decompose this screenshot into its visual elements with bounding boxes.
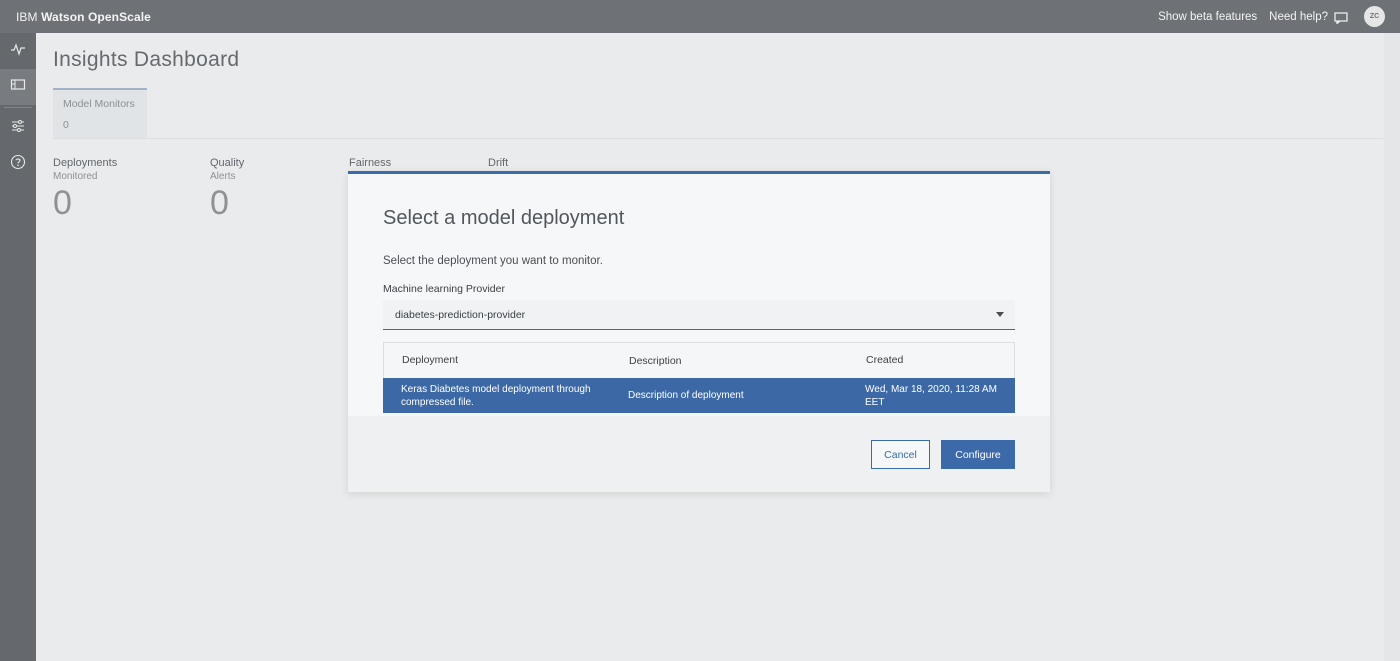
user-avatar[interactable]: ZC bbox=[1364, 6, 1385, 27]
stat-value: 0 bbox=[53, 184, 72, 222]
sidebar-item-settings[interactable] bbox=[0, 110, 36, 146]
chat-icon[interactable] bbox=[1334, 11, 1348, 25]
stat-subtitle: Monitored bbox=[53, 171, 98, 182]
help-icon bbox=[10, 154, 26, 175]
sidebar-item-activity[interactable] bbox=[0, 33, 36, 69]
provider-dropdown[interactable]: diabetes-prediction-provider bbox=[383, 300, 1015, 330]
tab-divider bbox=[53, 138, 1383, 139]
modal-title: Select a model deployment bbox=[383, 207, 625, 229]
cell-deployment: Keras Diabetes model deployment through … bbox=[401, 383, 591, 408]
brand-name: Watson OpenScale bbox=[41, 9, 151, 24]
stat-title: Deployments bbox=[53, 157, 118, 169]
activity-icon bbox=[10, 42, 26, 61]
table-row[interactable]: Keras Diabetes model deployment through … bbox=[383, 378, 1015, 413]
sidebar-item-dashboard[interactable] bbox=[0, 69, 36, 105]
select-deployment-modal: Select a model deployment Select the dep… bbox=[348, 171, 1050, 492]
need-help-link[interactable]: Need help? bbox=[1269, 11, 1328, 23]
column-header-created[interactable]: Created bbox=[848, 354, 1014, 367]
deployment-table: Deployment Description Created Keras Dia… bbox=[383, 342, 1015, 413]
show-beta-features-link[interactable]: Show beta features bbox=[1158, 11, 1257, 23]
sidebar-item-help[interactable] bbox=[0, 146, 36, 182]
sidebar-divider bbox=[4, 107, 32, 108]
stat-quality: Quality Alerts 0 bbox=[210, 157, 244, 223]
stat-deployments: Deployments Monitored 0 bbox=[53, 157, 117, 223]
tab-model-monitors[interactable]: Model Monitors 0 bbox=[53, 88, 147, 138]
provider-label: Machine learning Provider bbox=[383, 283, 505, 295]
top-header: IBM Watson OpenScale Show beta features … bbox=[0, 0, 1400, 33]
chevron-down-icon bbox=[996, 312, 1004, 317]
stat-subtitle: Alerts bbox=[210, 171, 236, 182]
cancel-button[interactable]: Cancel bbox=[871, 440, 930, 469]
column-header-description[interactable]: Description bbox=[611, 355, 848, 367]
stat-value: 0 bbox=[210, 184, 229, 222]
brand-prefix: IBM bbox=[16, 9, 38, 24]
cell-description: Description of deployment bbox=[628, 390, 744, 401]
table-header: Deployment Description Created bbox=[383, 342, 1015, 378]
stat-title: Quality bbox=[210, 157, 245, 169]
modal-footer: Cancel Configure bbox=[348, 416, 1050, 492]
dashboard-icon bbox=[10, 78, 26, 97]
tab-count: 0 bbox=[63, 119, 69, 131]
column-header-deployment[interactable]: Deployment bbox=[384, 354, 611, 367]
stat-drift-label: Drift bbox=[488, 157, 509, 169]
cell-created: Wed, Mar 18, 2020, 11:28 AM EET bbox=[865, 383, 997, 408]
configure-button[interactable]: Configure bbox=[941, 440, 1015, 469]
provider-selected-value: diabetes-prediction-provider bbox=[395, 308, 526, 321]
page-scrollbar[interactable] bbox=[1384, 33, 1400, 661]
page-title: Insights Dashboard bbox=[53, 48, 240, 71]
modal-description: Select the deployment you want to monito… bbox=[383, 255, 603, 267]
tab-label: Model Monitors bbox=[63, 98, 135, 110]
settings-sliders-icon bbox=[10, 119, 26, 138]
left-sidebar bbox=[0, 33, 36, 661]
stat-fairness-label: Fairness bbox=[349, 157, 392, 169]
app-brand[interactable]: IBM Watson OpenScale bbox=[16, 10, 151, 24]
